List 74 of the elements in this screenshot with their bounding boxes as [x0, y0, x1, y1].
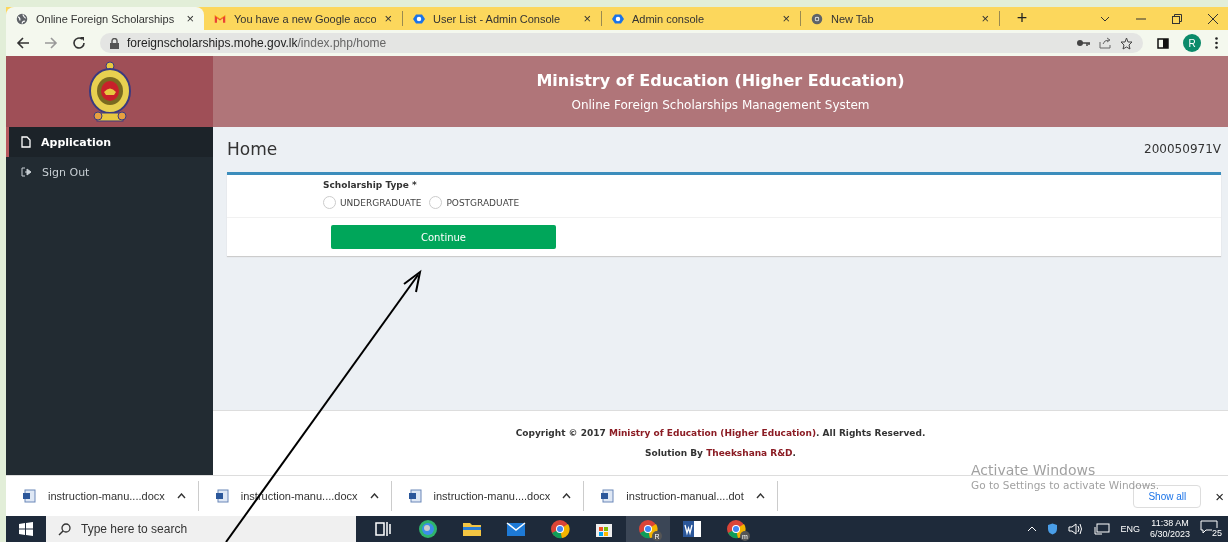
download-item[interactable]: instruction-manual....dot [584, 481, 778, 511]
forward-arrow-icon[interactable] [44, 36, 58, 50]
user-id: 200050971V [1144, 142, 1221, 156]
browser-tab[interactable]: Online Foreign Scholarships × [6, 7, 204, 30]
browser-tab[interactable]: New Tab × [801, 11, 1000, 26]
document-icon [407, 489, 422, 503]
document-icon [600, 489, 615, 503]
site-subtitle: Online Foreign Scholarships Management System [571, 98, 870, 112]
emblem-drawing [86, 60, 133, 123]
chevron-up-icon[interactable] [1027, 526, 1038, 532]
tab-close-button[interactable]: × [981, 11, 989, 26]
key-icon[interactable] [1077, 39, 1091, 47]
activation-title: Activate Windows [971, 462, 1097, 478]
side-panel-icon[interactable] [1157, 37, 1169, 49]
edge-icon [417, 518, 439, 540]
windows-start-icon[interactable] [19, 522, 33, 536]
credit-text: Solution By Theekshana R&D. [645, 448, 796, 458]
close-icon[interactable] [1208, 13, 1218, 24]
more-menu-icon[interactable] [1215, 37, 1218, 49]
minimize-icon[interactable] [1136, 17, 1146, 20]
profile-avatar[interactable]: R [1183, 34, 1201, 52]
shield-icon[interactable] [1047, 523, 1059, 535]
tab-close-button[interactable]: × [782, 11, 790, 26]
document-icon [22, 489, 36, 503]
new-tab-button[interactable]: + [1000, 7, 1036, 30]
radio-label: UNDERGRADUATE [340, 197, 422, 208]
radio-label: POSTGRADUATE [446, 197, 520, 208]
tab-close-button[interactable]: × [583, 11, 591, 26]
browser-tab[interactable]: User List - Admin Console × [403, 11, 602, 26]
page-title: Home [227, 139, 278, 159]
reload-icon[interactable] [72, 36, 86, 50]
clock[interactable]: 11:38 AM 6/30/2023 [1149, 518, 1190, 540]
document-icon [214, 489, 229, 503]
chrome-icon [811, 12, 823, 25]
developer-link[interactable]: Theekshana R&D [706, 448, 793, 458]
restore-icon[interactable] [1172, 13, 1182, 24]
sign-out-icon [21, 167, 32, 177]
tab-close-button[interactable]: × [384, 11, 392, 26]
notification-count: 25 [1212, 528, 1222, 538]
browser-tab[interactable]: You have a new Google acco × [204, 11, 403, 26]
close-button[interactable]: × [1215, 487, 1224, 505]
chrome-icon [637, 518, 659, 540]
caret-up-icon[interactable] [176, 493, 186, 499]
download-item[interactable]: instruction-manu....docx [6, 481, 199, 511]
field-label: Scholarship Type * [323, 180, 418, 190]
download-item[interactable]: instruction-manu....docx [391, 481, 585, 511]
taskbar-search-field[interactable]: Type here to search [46, 516, 356, 542]
search-icon [58, 522, 71, 536]
browser-tab[interactable]: Admin console × [602, 11, 801, 26]
lock-icon [110, 37, 119, 49]
back-arrow-icon[interactable] [16, 36, 30, 50]
envelope-icon [214, 12, 226, 25]
star-icon[interactable] [1120, 36, 1133, 50]
address-bar[interactable]: foreignscholarships.mohe.gov.lk/index.php/home [100, 33, 1143, 53]
monitor-icon[interactable] [1094, 523, 1111, 535]
site-title: Ministry of Education (Higher Education) [536, 71, 905, 90]
chevron-down-icon[interactable] [1100, 15, 1110, 22]
chrome-icon [549, 518, 571, 540]
sidebar-item[interactable]: Sign Out [6, 157, 213, 187]
hexagon-icon [612, 12, 624, 25]
globe-icon [16, 12, 28, 25]
hexagon-icon [413, 12, 425, 25]
tab-close-button[interactable]: × [186, 11, 194, 26]
caret-up-icon[interactable] [369, 493, 379, 499]
speaker-icon[interactable] [1068, 523, 1085, 535]
word-icon [681, 518, 703, 540]
caret-up-icon[interactable] [755, 493, 765, 499]
chrome-icon [725, 518, 747, 540]
caret-up-icon[interactable] [562, 493, 572, 499]
language-indicator[interactable]: ENG [1120, 524, 1140, 534]
document-icon [21, 136, 31, 148]
share-icon[interactable] [1099, 37, 1112, 49]
copyright-text: Copyright © 2017 Ministry of Education (Higher Education). All Rights Reserved. [515, 428, 926, 438]
sidebar-item[interactable]: Application [6, 127, 213, 157]
